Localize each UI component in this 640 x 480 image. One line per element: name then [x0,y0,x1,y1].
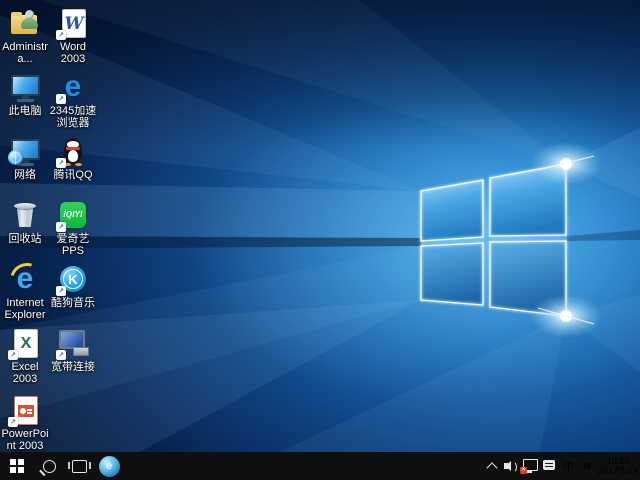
desktop-icons: Administra... W Word 2003 此电脑 e 2345加速浏览… [0,0,110,452]
desktop-icon-label: Administra... [1,41,49,65]
pinned-browser-button[interactable]: e [94,452,124,480]
desktop-icon-administrator[interactable]: Administra... [1,7,49,65]
user-folder-icon [9,7,41,39]
action-center-icon [543,460,555,470]
powerpoint-icon [9,394,41,426]
desktop-icon-label: Internet Explorer [1,297,49,321]
chevron-up-icon [487,462,498,473]
desktop-icon-label: 回收站 [9,233,42,245]
desktop-icon-label: 腾讯QQ [53,169,92,181]
clock-date: 2017/1/19 [598,466,638,476]
tray-expand-button[interactable] [484,452,501,480]
desktop-icon-label: 酷狗音乐 [51,297,95,309]
start-button[interactable] [0,452,34,480]
desktop-icon-label: Word 2003 [49,41,97,65]
windows-logo-icon [10,459,24,473]
desktop-icon-iqiyi-pps[interactable]: iQIYI 爱奇艺PPS [49,199,97,257]
broadband-connection-icon [57,327,89,359]
desktop-icon-label: 此电脑 [9,105,42,117]
desktop-icon-internet-explorer[interactable]: e Internet Explorer [1,263,49,321]
ime-mode-button[interactable]: 中 [560,452,577,480]
internet-explorer-icon: e [9,263,41,295]
browser-e-icon: e [57,71,89,103]
speaker-icon [504,460,519,472]
search-icon [43,460,56,473]
shortcut-arrow-icon [56,286,66,296]
kugou-icon: K [57,263,89,295]
shortcut-arrow-icon [56,30,66,40]
qq-penguin-icon [57,135,89,167]
desktop-icon-label: 宽带连接 [51,361,95,373]
recycle-bin-icon [9,199,41,231]
action-center-button[interactable] [541,452,558,480]
shortcut-arrow-icon [56,158,66,168]
desktop-icon-label: PowerPoint 2003 [1,428,49,452]
desktop-icon-word-2003[interactable]: W Word 2003 [49,7,97,65]
red-x-badge [520,467,527,474]
task-view-icon [72,460,87,473]
taskbar: e 中 M 10:10 2017/1/19 [0,452,640,480]
desktop-icon-network[interactable]: 网络 [1,135,49,181]
network-icon [9,135,41,167]
desktop-icon-broadband[interactable]: 宽带连接 [49,327,97,373]
ime-language-button[interactable]: M [579,452,596,480]
desktop-icon-recycle-bin[interactable]: 回收站 [1,199,49,245]
desktop-icon-label: 网络 [14,169,36,181]
shortcut-arrow-icon [56,222,66,232]
globe-icon [8,150,23,165]
desktop-icon-label: Excel 2003 [1,361,49,385]
desktop-icon-label: 2345加速浏览器 [49,105,97,129]
word-icon: W [57,7,89,39]
iqiyi-icon: iQIYI [57,199,89,231]
browser-e-icon: e [99,456,120,477]
desktop-icon-powerpoint-2003[interactable]: PowerPoint 2003 [1,394,49,452]
computer-icon [9,71,41,103]
volume-button[interactable] [503,452,520,480]
desktop-icon-label: 爱奇艺PPS [49,233,97,257]
shortcut-arrow-icon [56,94,66,104]
system-tray: 中 M 10:10 2017/1/19 [484,452,640,480]
desktop-icon-this-pc[interactable]: 此电脑 [1,71,49,117]
clock[interactable]: 10:10 2017/1/19 [598,452,638,480]
desktop-icon-2345-browser[interactable]: e 2345加速浏览器 [49,71,97,129]
desktop-icon-kugou-music[interactable]: K 酷狗音乐 [49,263,97,309]
search-button[interactable] [34,452,64,480]
shortcut-arrow-icon [8,350,18,360]
clock-time: 10:10 [607,456,630,466]
shortcut-arrow-icon [56,350,66,360]
desktop-icon-tencent-qq[interactable]: 腾讯QQ [49,135,97,181]
network-disconnected-icon [523,459,538,471]
desktop-screen: Administra... W Word 2003 此电脑 e 2345加速浏览… [0,0,640,480]
network-button[interactable] [522,452,539,480]
excel-icon: X [9,327,41,359]
shortcut-arrow-icon [8,417,18,427]
task-view-button[interactable] [64,452,94,480]
desktop-icon-excel-2003[interactable]: X Excel 2003 [1,327,49,385]
